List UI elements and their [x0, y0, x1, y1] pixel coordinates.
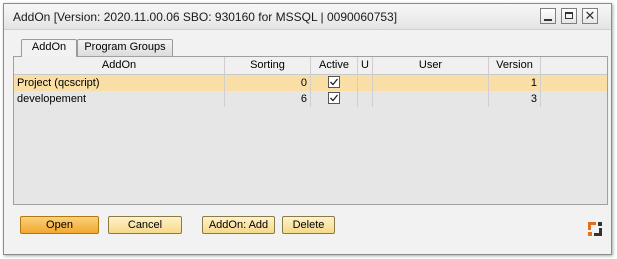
user-cell[interactable]: [373, 75, 489, 91]
active-checkbox[interactable]: [328, 76, 340, 88]
u-cell[interactable]: [358, 75, 373, 91]
open-button[interactable]: Open: [20, 216, 99, 234]
addon-table: AddOn Sorting Active U User Version Proj…: [14, 57, 607, 107]
version-cell[interactable]: 3: [489, 91, 541, 107]
sorting-cell[interactable]: 6: [225, 91, 311, 107]
maximize-icon: [565, 12, 573, 19]
window-title: AddOn [Version: 2020.11.00.06 SBO: 93016…: [13, 10, 398, 24]
active-cell: [311, 91, 358, 107]
column-header-version[interactable]: Version: [489, 57, 541, 74]
column-header-blank: [541, 57, 607, 74]
checkmark-icon: [330, 94, 339, 102]
table-header: AddOn Sorting Active U User Version: [14, 57, 607, 75]
addon-grid-panel: AddOn Sorting Active U User Version Proj…: [13, 56, 608, 205]
table-row[interactable]: Project (qcscript) 0 1: [14, 75, 607, 91]
user-cell[interactable]: [373, 91, 489, 107]
column-header-addon[interactable]: AddOn: [14, 57, 225, 74]
addon-cell[interactable]: developement: [14, 91, 225, 107]
blank-cell: [541, 75, 607, 91]
column-header-u[interactable]: U: [358, 57, 373, 74]
active-checkbox[interactable]: [328, 92, 340, 104]
column-header-user[interactable]: User: [373, 57, 489, 74]
version-cell[interactable]: 1: [489, 75, 541, 91]
cancel-button[interactable]: Cancel: [108, 216, 182, 234]
minimize-button[interactable]: [540, 8, 556, 24]
tab-addon[interactable]: AddOn: [21, 39, 77, 57]
close-button[interactable]: ✕: [582, 8, 598, 24]
u-cell[interactable]: [358, 91, 373, 107]
column-header-sorting[interactable]: Sorting: [225, 57, 311, 74]
minimize-icon: [544, 19, 552, 21]
active-cell: [311, 75, 358, 91]
addon-add-button[interactable]: AddOn: Add: [202, 216, 275, 234]
column-header-active[interactable]: Active: [311, 57, 358, 74]
addon-cell[interactable]: Project (qcscript): [14, 75, 225, 91]
blank-cell: [541, 91, 607, 107]
title-bar[interactable]: AddOn [Version: 2020.11.00.06 SBO: 93016…: [4, 4, 611, 30]
checkmark-icon: [330, 78, 339, 86]
maximize-button[interactable]: [561, 8, 577, 24]
delete-button[interactable]: Delete: [282, 216, 335, 234]
table-row[interactable]: developement 6 3: [14, 91, 607, 107]
sorting-cell[interactable]: 0: [225, 75, 311, 91]
form-settings-icon[interactable]: [587, 221, 603, 237]
addon-window: AddOn [Version: 2020.11.00.06 SBO: 93016…: [3, 3, 612, 255]
tab-program-groups[interactable]: Program Groups: [77, 39, 173, 56]
close-icon: ✕: [584, 8, 596, 23]
